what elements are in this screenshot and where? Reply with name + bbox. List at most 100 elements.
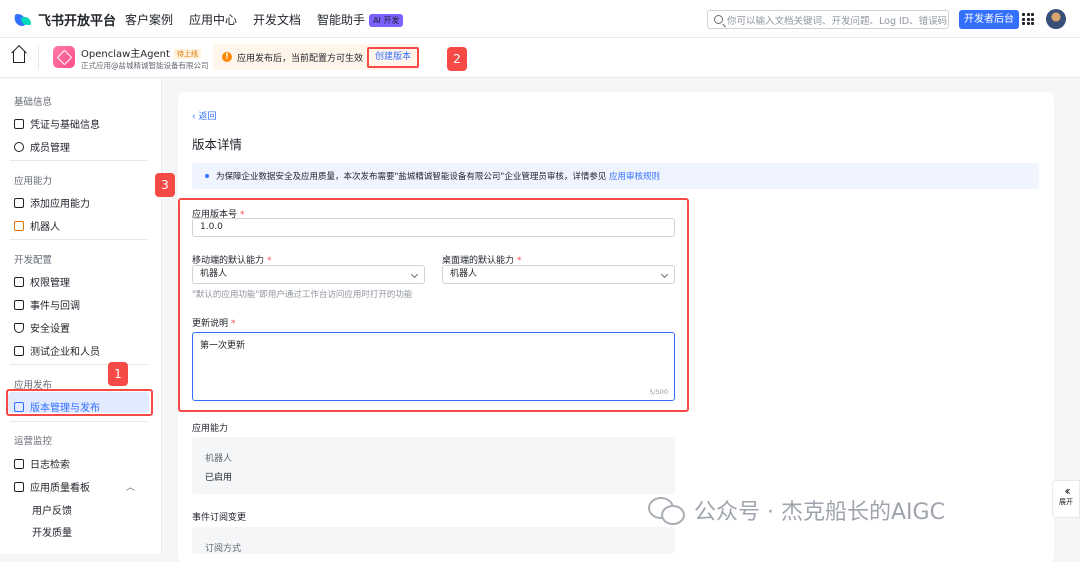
required-mark: * (231, 319, 236, 329)
nav-item-app-center[interactable]: 应用中心 (189, 11, 237, 28)
release-notes-label-text: 更新说明 (192, 319, 229, 329)
app-header-bar: Openclaw主Agent 待上线 正式应用@盐城精诚智能设备有限公司 ! 应用… (0, 38, 1080, 78)
search-input[interactable]: 你可以输入文档关键词、开发问题、Log ID、错误码 (707, 10, 949, 29)
char-counter: 5/500 (649, 388, 668, 396)
shield-icon (14, 322, 24, 333)
log-icon (14, 458, 24, 469)
chevron-down-icon (660, 270, 669, 279)
sidebar-item-test-org[interactable]: 测试企业和人员 (14, 343, 100, 358)
sidebar-item-label: 事件与回调 (30, 301, 80, 312)
permission-icon (14, 276, 24, 287)
developer-console-button[interactable]: 开发者后台 (959, 10, 1019, 29)
page-title: 版本详情 (192, 137, 243, 152)
sidebar-item-add-capability[interactable]: 添加应用能力 (14, 195, 90, 210)
nav-item-docs[interactable]: 开发文档 (253, 11, 301, 28)
search-placeholder: 你可以输入文档关键词、开发问题、Log ID、错误码 (727, 15, 948, 27)
nav-item-assistant-label: 智能助手 (317, 13, 366, 27)
mobile-default-value: 机器人 (200, 269, 228, 279)
code-icon (14, 345, 24, 356)
sidebar-item-members[interactable]: 成员管理 (14, 139, 70, 154)
search-icon (714, 15, 723, 24)
credential-icon (14, 118, 24, 129)
status-badge: 待上线 (173, 49, 201, 59)
back-label: 返回 (198, 112, 217, 122)
divider (38, 46, 39, 70)
sidebar-item-events[interactable]: 事件与回调 (14, 297, 80, 312)
event-section-title: 事件订阅变更 (192, 513, 247, 523)
app-name: Openclaw主Agent 待上线 (81, 45, 201, 60)
nav-item-cases[interactable]: 客户案例 (125, 11, 173, 28)
sidebar-item-logs[interactable]: 日志检索 (14, 456, 70, 471)
apps-grid-icon[interactable] (1022, 13, 1034, 25)
sidebar-item-credentials[interactable]: 凭证与基础信息 (14, 116, 100, 131)
avatar[interactable] (1046, 9, 1066, 29)
robot-icon (14, 220, 24, 231)
divider (10, 160, 148, 161)
release-notes-textarea[interactable]: 第一次更新 5/500 (192, 332, 675, 401)
desktop-default-select[interactable]: 机器人 (442, 265, 675, 284)
sidebar-item-label: 凭证与基础信息 (30, 120, 100, 131)
capability-status: 已启用 (205, 473, 233, 483)
nav-menu: 客户案例 应用中心 开发文档 智能助手 AI 开发 (125, 11, 404, 28)
desktop-default-value: 机器人 (450, 269, 478, 279)
sidebar-item-feedback[interactable]: 用户反馈 (32, 502, 72, 517)
review-rules-link[interactable]: 应用审核规则 (609, 172, 660, 182)
logo-text: 飞书开放平台 (38, 14, 117, 29)
release-notes-label: 更新说明 * (192, 316, 236, 329)
app-name-text: Openclaw主Agent (81, 49, 170, 60)
sidebar-group-basic: 基础信息 (14, 97, 53, 108)
watermark-text: 公众号 · 杰克船长的AIGC (694, 500, 945, 525)
sidebar-item-label: 机器人 (30, 222, 60, 233)
warning-icon: ! (222, 52, 232, 62)
back-link[interactable]: ‹ 返回 (192, 109, 216, 122)
bullet-icon (205, 174, 209, 178)
sidebar-item-label: 添加应用能力 (30, 199, 90, 210)
double-chevron-left-icon: ‹‹ (1064, 484, 1071, 498)
nav-item-assistant[interactable]: 智能助手 AI 开发 (317, 11, 404, 28)
capability-name: 机器人 (205, 454, 233, 464)
create-version-button[interactable]: 创建版本 (367, 47, 419, 68)
capability-card: 机器人 已启用 (192, 437, 675, 494)
info-text-body: 为保障企业数据安全及应用质量，本次发布需要"盐城精诚智能设备有限公司"企业管理员… (216, 172, 607, 182)
top-navbar: 飞书开放平台 客户案例 应用中心 开发文档 智能助手 AI 开发 你可以输入文档关… (0, 0, 1080, 38)
sidebar-item-label: 应用质量看板 (30, 483, 90, 494)
feishu-logo-icon (14, 12, 32, 28)
sidebar-item-dev-quality[interactable]: 开发质量 (32, 524, 72, 539)
sidebar-item-label: 用户反馈 (32, 506, 72, 517)
sidebar-item-label: 日志检索 (30, 460, 70, 471)
info-text: 为保障企业数据安全及应用质量，本次发布需要"盐城精诚智能设备有限公司"企业管理员… (216, 170, 660, 182)
expand-panel-button[interactable]: ‹‹ 展开 (1052, 480, 1080, 518)
event-icon (14, 299, 24, 310)
sidebar-item-permissions[interactable]: 权限管理 (14, 274, 70, 289)
home-icon[interactable] (13, 51, 25, 63)
capability-section-title: 应用能力 (192, 424, 229, 434)
chevron-down-icon (410, 270, 419, 279)
annotation-marker-2: 2 (447, 47, 467, 71)
notice-text: 应用发布后，当前配置方可生效 (237, 53, 364, 64)
divider (10, 421, 148, 422)
sidebar-group-capability: 应用能力 (14, 176, 53, 187)
sidebar-item-label: 成员管理 (30, 143, 70, 154)
annotation-marker-1: 1 (108, 362, 128, 386)
version-field[interactable]: 1.0.0 (192, 218, 675, 237)
chevron-up-icon[interactable]: ︿ (126, 480, 135, 493)
subscription-method-label: 订阅方式 (205, 544, 242, 554)
divider (10, 239, 148, 240)
chart-icon (14, 481, 24, 492)
sidebar-item-label: 测试企业和人员 (30, 347, 100, 358)
release-notes-value: 第一次更新 (200, 341, 246, 351)
sidebar-group-monitoring: 运营监控 (14, 436, 53, 447)
sidebar-group-dev-config: 开发配置 (14, 255, 53, 266)
ai-badge: AI 开发 (369, 14, 404, 27)
add-capability-icon (14, 197, 24, 208)
event-card: 订阅方式 (192, 527, 675, 554)
watermark: 公众号 · 杰克船长的AIGC (648, 494, 945, 526)
annotation-box-1 (6, 389, 153, 416)
logo[interactable]: 飞书开放平台 (14, 10, 116, 29)
sidebar-item-quality[interactable]: 应用质量看板 ︿ (14, 479, 135, 494)
sidebar-item-security[interactable]: 安全设置 (14, 320, 70, 335)
sidebar-item-bot[interactable]: 机器人 (14, 218, 60, 233)
mobile-default-select[interactable]: 机器人 (192, 265, 425, 284)
default-capability-hint: "默认的应用功能"即用户通过工作台访问应用时打开的功能 (192, 290, 413, 300)
app-org: 正式应用@盐城精诚智能设备有限公司 (81, 61, 209, 70)
